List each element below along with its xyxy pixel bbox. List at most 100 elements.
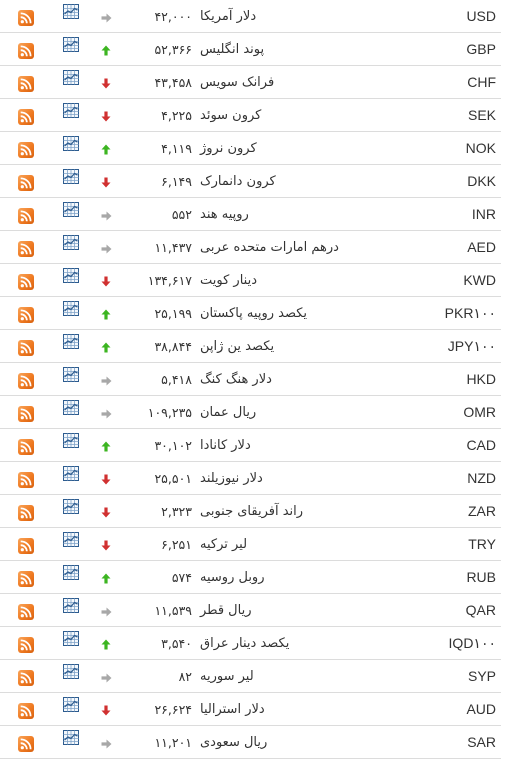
line-chart-icon <box>63 564 79 584</box>
line-chart-icon <box>63 399 79 419</box>
currency-row: ۴,۱۱۹ کرون نروژ NOK <box>0 132 501 165</box>
rss-feed-icon <box>18 637 34 653</box>
currency-row: ۱۳۴,۶۱۷ دینار کویت KWD <box>0 264 501 297</box>
price-value: ۴,۱۱۹ <box>161 140 192 156</box>
rss-feed-icon <box>18 373 34 389</box>
rss-button[interactable] <box>18 0 34 32</box>
rss-feed-icon <box>18 76 34 92</box>
arrow-right-icon <box>101 734 112 753</box>
arrow-up-icon <box>101 338 111 357</box>
rss-button[interactable] <box>18 561 34 593</box>
chart-button[interactable] <box>63 693 79 725</box>
line-chart-icon <box>63 366 79 386</box>
price-value: ۱۱,۲۰۱ <box>154 734 192 750</box>
rss-button[interactable] <box>18 33 34 65</box>
rss-button[interactable] <box>18 627 34 659</box>
rss-feed-icon <box>18 538 34 554</box>
trend-indicator <box>100 462 112 494</box>
rss-button[interactable] <box>18 396 34 428</box>
currency-code: QAR <box>465 602 496 618</box>
chart-button[interactable] <box>63 33 79 65</box>
rss-button[interactable] <box>18 528 34 560</box>
rss-feed-icon <box>18 307 34 323</box>
rss-button[interactable] <box>18 495 34 527</box>
arrow-up-icon <box>101 437 111 456</box>
rss-button[interactable] <box>18 198 34 230</box>
rss-button[interactable] <box>18 165 34 197</box>
rss-button[interactable] <box>18 99 34 131</box>
trend-indicator <box>100 627 112 659</box>
arrow-down-icon <box>101 74 111 93</box>
line-chart-icon <box>63 168 79 188</box>
currency-row: ۱۱,۴۳۷ درهم امارات متحده عربی AED <box>0 231 501 264</box>
currency-rates-table: ۴۲,۰۰۰ دلار آمریکا USD ۵۲,۳۶۶ پوند انگلی… <box>0 0 501 759</box>
rss-button[interactable] <box>18 462 34 494</box>
chart-button[interactable] <box>63 198 79 230</box>
currency-code: USD <box>466 8 496 24</box>
chart-button[interactable] <box>63 363 79 395</box>
rss-button[interactable] <box>18 231 34 263</box>
chart-button[interactable] <box>63 528 79 560</box>
rss-button[interactable] <box>18 660 34 692</box>
chart-button[interactable] <box>63 561 79 593</box>
price-value: ۵,۴۱۸ <box>161 371 192 387</box>
line-chart-icon <box>63 432 79 452</box>
price-value: ۸۲ <box>178 668 192 684</box>
line-chart-icon <box>63 135 79 155</box>
line-chart-icon <box>63 729 79 749</box>
rss-button[interactable] <box>18 693 34 725</box>
chart-button[interactable] <box>63 594 79 626</box>
rss-button[interactable] <box>18 297 34 329</box>
currency-code: ZAR <box>468 503 496 519</box>
currency-name: کرون سوئد <box>200 107 262 123</box>
chart-button[interactable] <box>63 231 79 263</box>
rss-button[interactable] <box>18 726 34 758</box>
rss-button[interactable] <box>18 264 34 296</box>
rss-button[interactable] <box>18 66 34 98</box>
chart-button[interactable] <box>63 66 79 98</box>
price-value: ۴,۲۲۵ <box>161 107 192 123</box>
chart-button[interactable] <box>63 396 79 428</box>
rss-feed-icon <box>18 604 34 620</box>
chart-button[interactable] <box>63 660 79 692</box>
chart-button[interactable] <box>63 462 79 494</box>
arrow-down-icon <box>101 503 111 522</box>
line-chart-icon <box>63 498 79 518</box>
currency-name: کرون نروژ <box>200 140 257 156</box>
rss-feed-icon <box>18 241 34 257</box>
chart-button[interactable] <box>63 0 79 32</box>
currency-row: ۳,۵۴۰ یکصد دینار عراق IQD۱۰۰ <box>0 627 501 660</box>
chart-button[interactable] <box>63 297 79 329</box>
chart-button[interactable] <box>63 99 79 131</box>
chart-button[interactable] <box>63 330 79 362</box>
chart-button[interactable] <box>63 429 79 461</box>
chart-button[interactable] <box>63 495 79 527</box>
line-chart-icon <box>63 531 79 551</box>
rss-feed-icon <box>18 340 34 356</box>
trend-indicator <box>100 594 112 626</box>
currency-row: ۴۲,۰۰۰ دلار آمریکا USD <box>0 0 501 33</box>
rss-button[interactable] <box>18 594 34 626</box>
arrow-right-icon <box>101 371 112 390</box>
rss-feed-icon <box>18 208 34 224</box>
currency-code: CAD <box>466 437 496 453</box>
line-chart-icon <box>63 102 79 122</box>
chart-button[interactable] <box>63 726 79 758</box>
chart-button[interactable] <box>63 165 79 197</box>
price-value: ۳۸,۸۴۴ <box>154 338 192 354</box>
currency-name: دینار کویت <box>200 272 257 288</box>
rss-button[interactable] <box>18 330 34 362</box>
trend-indicator <box>100 297 112 329</box>
rss-button[interactable] <box>18 429 34 461</box>
price-value: ۲,۳۲۳ <box>161 503 192 519</box>
trend-indicator <box>100 528 112 560</box>
chart-button[interactable] <box>63 627 79 659</box>
trend-indicator <box>100 132 112 164</box>
rss-button[interactable] <box>18 132 34 164</box>
chart-button[interactable] <box>63 264 79 296</box>
currency-code: SAR <box>467 734 496 750</box>
trend-indicator <box>100 363 112 395</box>
line-chart-icon <box>63 69 79 89</box>
rss-button[interactable] <box>18 363 34 395</box>
chart-button[interactable] <box>63 132 79 164</box>
